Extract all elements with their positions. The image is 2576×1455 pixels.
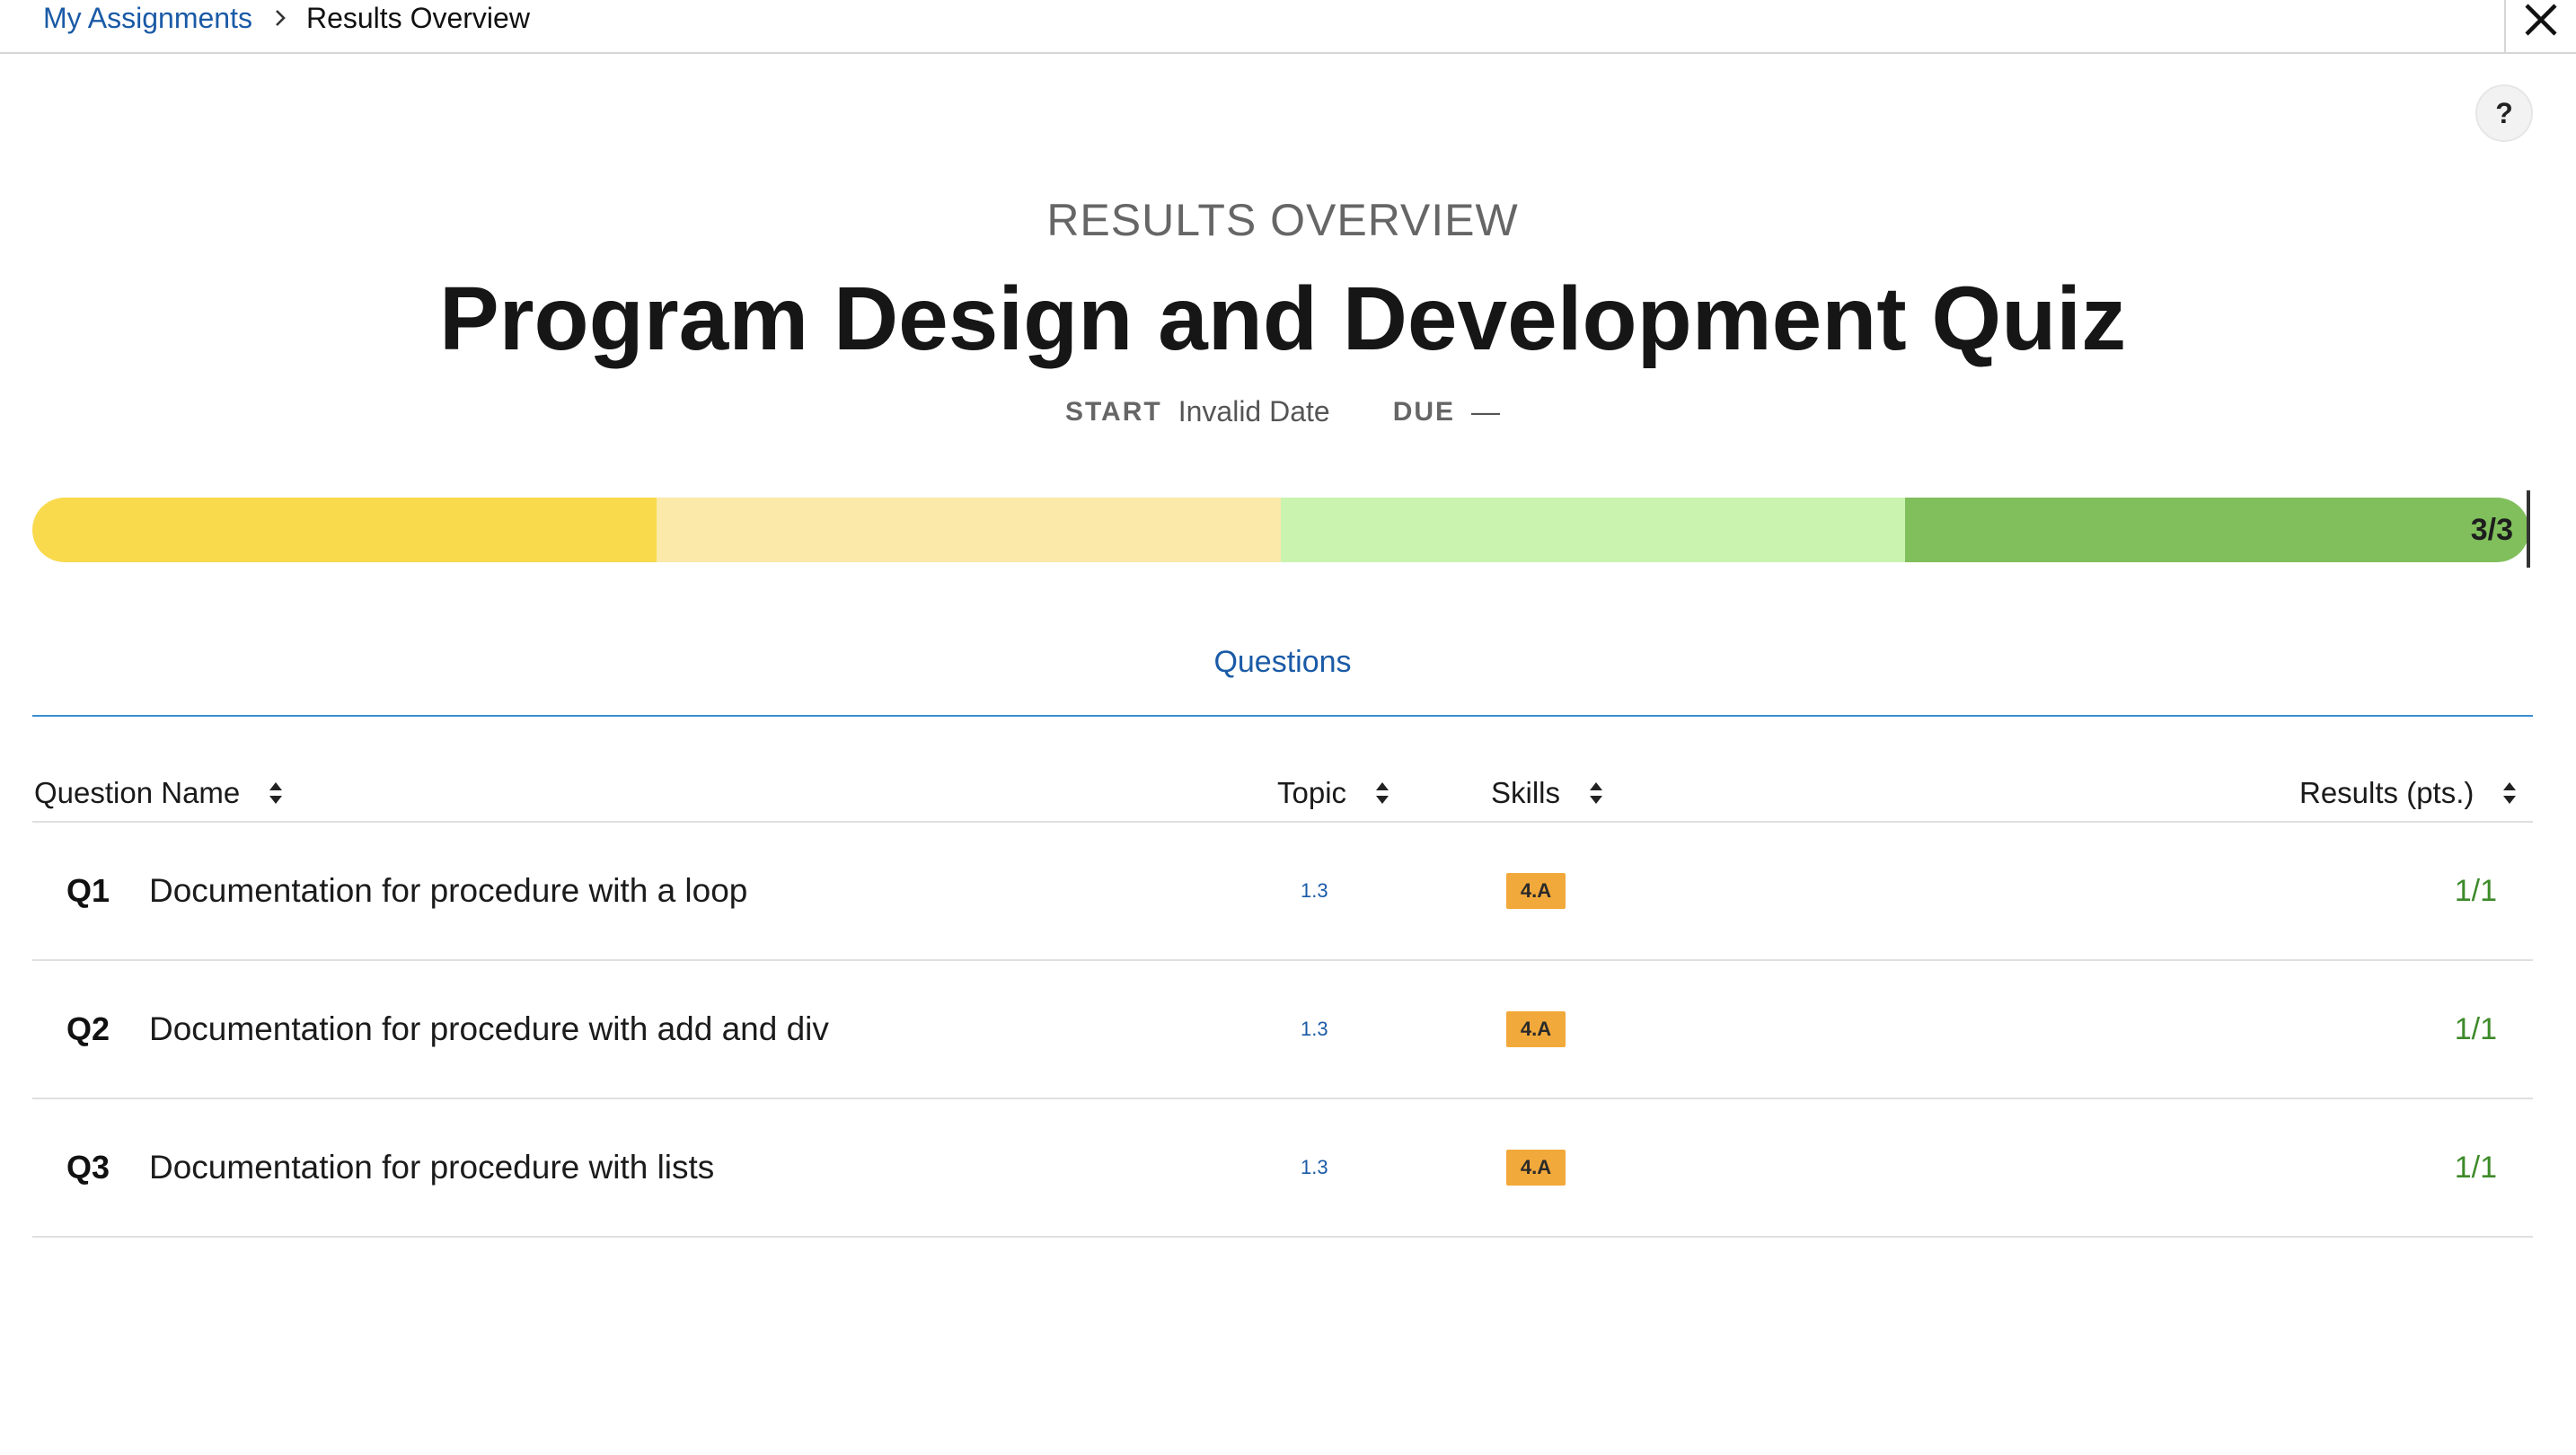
table-row[interactable]: Q2 Documentation for procedure with add … [32, 961, 2533, 1099]
topic-link[interactable]: 1.3 [1301, 961, 1328, 1098]
progress-end-marker [2527, 490, 2530, 568]
result-points: 1/1 [2454, 1012, 2497, 1046]
column-header-label: Topic [1277, 776, 1347, 809]
help-button[interactable]: ? [2475, 84, 2533, 142]
assignment-dates: START Invalid Date DUE — [0, 395, 2565, 428]
table-header: Question Name Topic Skills Results (pts.… [32, 763, 2533, 823]
table-row[interactable]: Q3 Documentation for procedure with list… [32, 1099, 2533, 1238]
skill-badge: 4.A [1506, 1150, 1566, 1186]
progress-segment [1905, 498, 2529, 562]
page-eyebrow: RESULTS OVERVIEW [1046, 195, 1519, 245]
result-points: 1/1 [2454, 1151, 2497, 1185]
skill-badge: 4.A [1506, 873, 1566, 909]
table-row[interactable]: Q1 Documentation for procedure with a lo… [32, 823, 2533, 961]
results-progress-bar: 3/3 [32, 498, 2529, 562]
sort-icon [1375, 780, 1389, 806]
breadcrumb: My Assignments Results Overview [43, 0, 530, 36]
tab-questions[interactable]: Questions [32, 645, 2533, 680]
question-name[interactable]: Documentation for procedure with add and… [149, 961, 829, 1098]
progress-segment [657, 498, 1281, 562]
breadcrumb-link-my-assignments[interactable]: My Assignments [43, 2, 252, 35]
column-header-question-name[interactable]: Question Name [34, 776, 283, 810]
due-label: DUE [1392, 396, 1456, 427]
start-label: START [1064, 396, 1162, 427]
question-name[interactable]: Documentation for procedure with lists [149, 1099, 714, 1236]
questions-table: Question Name Topic Skills Results (pts.… [32, 763, 2533, 1238]
close-button[interactable] [2504, 0, 2576, 54]
close-icon [2523, 2, 2559, 42]
due-value: — [1471, 395, 1501, 428]
start-value: Invalid Date [1178, 395, 1330, 428]
question-number: Q2 [66, 1010, 110, 1047]
topic-link[interactable]: 1.3 [1301, 823, 1328, 959]
progress-segment [32, 498, 657, 562]
result-points: 1/1 [2454, 874, 2497, 908]
question-number: Q1 [66, 872, 110, 909]
page-title: Program Design and Development Quiz [438, 269, 2127, 369]
skill-badge: 4.A [1506, 1011, 1566, 1047]
column-header-label: Question Name [34, 776, 241, 809]
question-number: Q3 [66, 1149, 110, 1186]
question-name[interactable]: Documentation for procedure with a loop [149, 823, 747, 959]
topic-link[interactable]: 1.3 [1301, 1099, 1328, 1236]
tab-bar: Questions [32, 629, 2533, 717]
progress-segment [1281, 498, 1905, 562]
column-header-label: Results (pts.) [2299, 776, 2475, 809]
top-bar: My Assignments Results Overview [0, 0, 2576, 54]
column-header-label: Skills [1491, 776, 1561, 809]
column-header-topic[interactable]: Topic [1277, 776, 1389, 810]
sort-icon [2502, 780, 2517, 806]
column-header-results[interactable]: Results (pts.) [2299, 776, 2517, 810]
chevron-right-icon [274, 8, 287, 28]
progress-label: 3/3 [2470, 513, 2513, 547]
breadcrumb-current: Results Overview [305, 1, 530, 34]
sort-icon [1589, 780, 1603, 806]
column-header-skills[interactable]: Skills [1491, 776, 1603, 810]
sort-icon [269, 780, 283, 806]
